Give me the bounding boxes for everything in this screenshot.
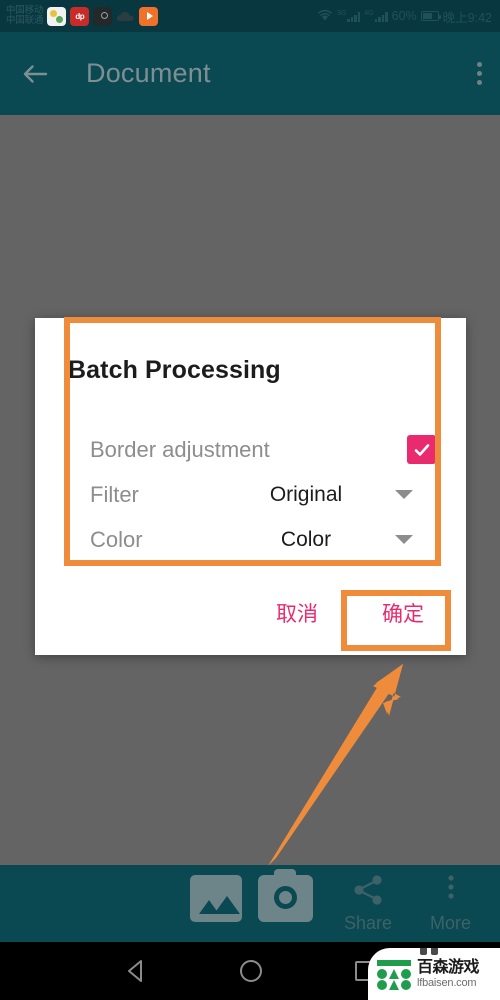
more-kebab-icon (444, 873, 458, 912)
back-arrow-icon[interactable] (18, 57, 52, 91)
sim2-signal: 4G (364, 10, 388, 22)
watermark-url: lfbaisen.com (417, 976, 477, 989)
dp-icon: dp (70, 6, 90, 26)
sim2-network-label: 4G (364, 10, 374, 17)
wifi-icon (317, 9, 333, 24)
camera-button[interactable] (258, 869, 313, 923)
watermark-logo-icon (376, 958, 412, 990)
color-chevron-down-icon[interactable] (395, 535, 413, 544)
dialog-actions: 取消 确定 (35, 590, 466, 655)
border-adjustment-checkbox[interactable] (407, 435, 436, 464)
gallery-icon (190, 875, 242, 922)
play-icon (139, 6, 159, 26)
cloud-icon (116, 7, 135, 26)
row-filter[interactable]: Filter Original (35, 472, 466, 517)
cancel-button[interactable]: 取消 (262, 590, 332, 636)
share-label: Share (344, 913, 393, 933)
carrier-line-2: 中国联通 (6, 15, 44, 26)
border-adjustment-label: Border adjustment (90, 436, 270, 462)
camera-icon (258, 869, 313, 922)
sim1-signal: 3G (336, 10, 361, 22)
color-value: Color (280, 527, 332, 551)
clock: 晚上9:42 (442, 10, 492, 25)
status-bar: 中国移动 中国联通 dp 3G 4G 60% 晚上9:42 (0, 0, 500, 32)
battery-percent: 60% (391, 9, 417, 23)
photos-icon (47, 6, 67, 26)
row-border-adjustment[interactable]: Border adjustment (35, 427, 466, 472)
battery-icon (420, 11, 442, 21)
watermark-text: 百森游戏 lfbaisen.com (417, 959, 480, 989)
page-title: Document (86, 58, 211, 88)
gallery-button[interactable] (190, 875, 242, 923)
dark-app-icon (93, 6, 113, 26)
nav-home-circle-icon[interactable] (238, 958, 264, 989)
bottom-toolbar: Share More (0, 865, 500, 942)
status-indicators: 3G 4G 60% 晚上9:42 (317, 7, 492, 26)
app-bar: Document (0, 32, 500, 115)
phone-screen: 中国移动 中国联通 dp 3G 4G 60% 晚上9:42 Document B… (0, 0, 500, 1000)
filter-chevron-down-icon[interactable] (395, 490, 413, 499)
watermark-dots (420, 948, 438, 955)
sim1-network-label: 3G (336, 10, 347, 17)
filter-value: Original (269, 482, 343, 506)
kebab-menu-icon[interactable] (477, 62, 482, 85)
share-icon (349, 873, 387, 912)
more-button[interactable]: More (430, 873, 471, 934)
batch-processing-dialog: Batch Processing Border adjustment Filte… (35, 318, 466, 655)
row-color[interactable]: Color Color (35, 517, 466, 562)
site-watermark: 百森游戏 lfbaisen.com (368, 948, 500, 1000)
filter-label: Filter (90, 481, 139, 507)
more-label: More (430, 913, 472, 933)
dialog-title: Batch Processing (68, 356, 281, 384)
notification-icons: dp (47, 6, 159, 26)
nav-back-triangle-icon[interactable] (124, 958, 150, 989)
color-label: Color (90, 526, 143, 552)
carrier-labels: 中国移动 中国联通 (6, 6, 43, 26)
confirm-button[interactable]: 确定 (353, 590, 453, 636)
share-button[interactable]: Share (344, 873, 392, 934)
watermark-name: 百森游戏 (417, 959, 480, 977)
